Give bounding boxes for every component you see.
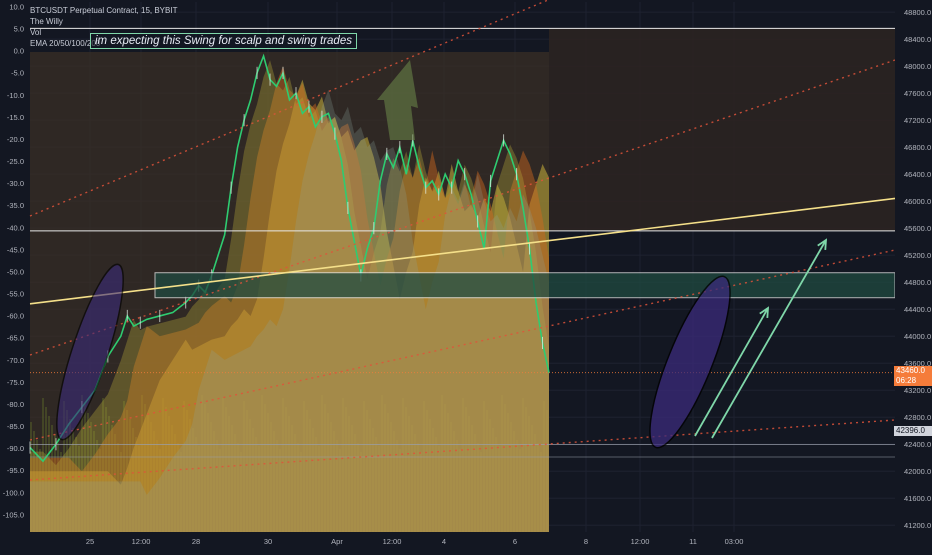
left-axis-tick-8: -30.0 — [7, 179, 24, 188]
left-axis-tick-4: -10.0 — [7, 91, 24, 100]
left-axis-tick-19: -85.0 — [7, 422, 24, 431]
left-axis-tick-13: -55.0 — [7, 290, 24, 299]
right-axis-tick-1: 48400.0 — [904, 35, 931, 44]
x-axis-tick-2: 28 — [192, 537, 200, 546]
left-axis-tick-7: -25.0 — [7, 157, 24, 166]
right-axis-tick-11: 44400.0 — [904, 305, 931, 314]
right-axis-tick-12: 44000.0 — [904, 332, 931, 341]
left-axis-tick-6: -20.0 — [7, 135, 24, 144]
x-axis-tick-10: 11 — [689, 537, 697, 546]
left-axis-tick-0: 10.0 — [9, 2, 24, 11]
left-axis-tick-18: -80.0 — [7, 400, 24, 409]
left-axis-tick-22: -100.0 — [3, 488, 24, 497]
price-chart[interactable]: 48800.0 48400.0 48000.0 47600.0 47200.0 46800… — [0, 0, 932, 550]
left-axis-tick-14: -60.0 — [7, 312, 24, 321]
x-axis-tick-5: 12:00 — [383, 537, 402, 546]
left-axis-tick-10: -40.0 — [7, 223, 24, 232]
left-axis-tick-23: -105.0 — [3, 510, 24, 519]
x-axis-tick-1: 12:00 — [132, 537, 151, 546]
right-axis-tick-18: 41600.0 — [904, 494, 931, 503]
left-axis-tick-2: 0.0 — [14, 47, 24, 56]
left-axis-tick-16: -70.0 — [7, 356, 24, 365]
right-axis-tick-3: 47600.0 — [904, 89, 931, 98]
x-axis-tick-11: 03:00 — [725, 537, 744, 546]
right-axis-tick-15: 42800.0 — [904, 413, 931, 422]
left-axis-tick-5: -15.0 — [7, 113, 24, 122]
x-axis-tick-9: 12:00 — [631, 537, 650, 546]
left-axis-tick-15: -65.0 — [7, 334, 24, 343]
right-axis-tick-14: 43200.0 — [904, 386, 931, 395]
left-axis-tick-12: -50.0 — [7, 267, 24, 276]
x-axis-tick-6: 4 — [442, 537, 446, 546]
right-axis-tick-9: 45200.0 — [904, 251, 931, 260]
x-axis-tick-8: 8 — [584, 537, 588, 546]
right-axis-tick-19: 41200.0 — [904, 521, 931, 530]
x-axis-tick-0: 25 — [86, 537, 94, 546]
right-axis-tick-17: 42000.0 — [904, 467, 931, 476]
supply-zone — [154, 272, 896, 299]
left-axis-tick-1: 5.0 — [14, 25, 24, 34]
right-axis-tick-8: 45600.0 — [904, 224, 931, 233]
upper-range-shade — [549, 28, 895, 231]
indicator-vol-label[interactable]: Vol — [30, 28, 41, 38]
last-price-tag: 43460.0 06:28 — [894, 366, 932, 386]
last-price-value: 43460.0 — [896, 366, 925, 375]
level-price-tag: 42396.0 — [894, 426, 932, 436]
indicator-willy-label[interactable]: The Willy — [30, 17, 63, 27]
symbol-title: BTCUSDT Perpetual Contract, 15, BYBIT — [30, 6, 178, 15]
x-axis-tick-3: 30 — [264, 537, 272, 546]
candle-countdown: 06:28 — [896, 376, 917, 385]
chart-area[interactable]: 48800.0 48400.0 48000.0 47600.0 47200.0 46800… — [0, 0, 932, 550]
left-axis-tick-9: -35.0 — [7, 201, 24, 210]
right-axis-tick-7: 46000.0 — [904, 197, 931, 206]
annotation-note[interactable]: im expecting this Swing for scalp and sw… — [90, 33, 357, 49]
right-axis-tick-2: 48000.0 — [904, 62, 931, 71]
left-axis-tick-21: -95.0 — [7, 466, 24, 475]
left-axis-tick-20: -90.0 — [7, 444, 24, 453]
right-axis-tick-4: 47200.0 — [904, 116, 931, 125]
left-axis-tick-11: -45.0 — [7, 245, 24, 254]
right-axis-tick-10: 44800.0 — [904, 278, 931, 287]
right-axis-tick-6: 46400.0 — [904, 170, 931, 179]
left-axis-tick-17: -75.0 — [7, 378, 24, 387]
x-axis-tick-7: 6 — [513, 537, 517, 546]
x-axis-tick-4: Apr — [331, 537, 343, 546]
right-axis-tick-0: 48800.0 — [904, 8, 931, 17]
left-axis-tick-3: -5.0 — [11, 69, 24, 78]
right-axis-tick-16: 42400.0 — [904, 440, 931, 449]
right-axis-tick-5: 46800.0 — [904, 143, 931, 152]
